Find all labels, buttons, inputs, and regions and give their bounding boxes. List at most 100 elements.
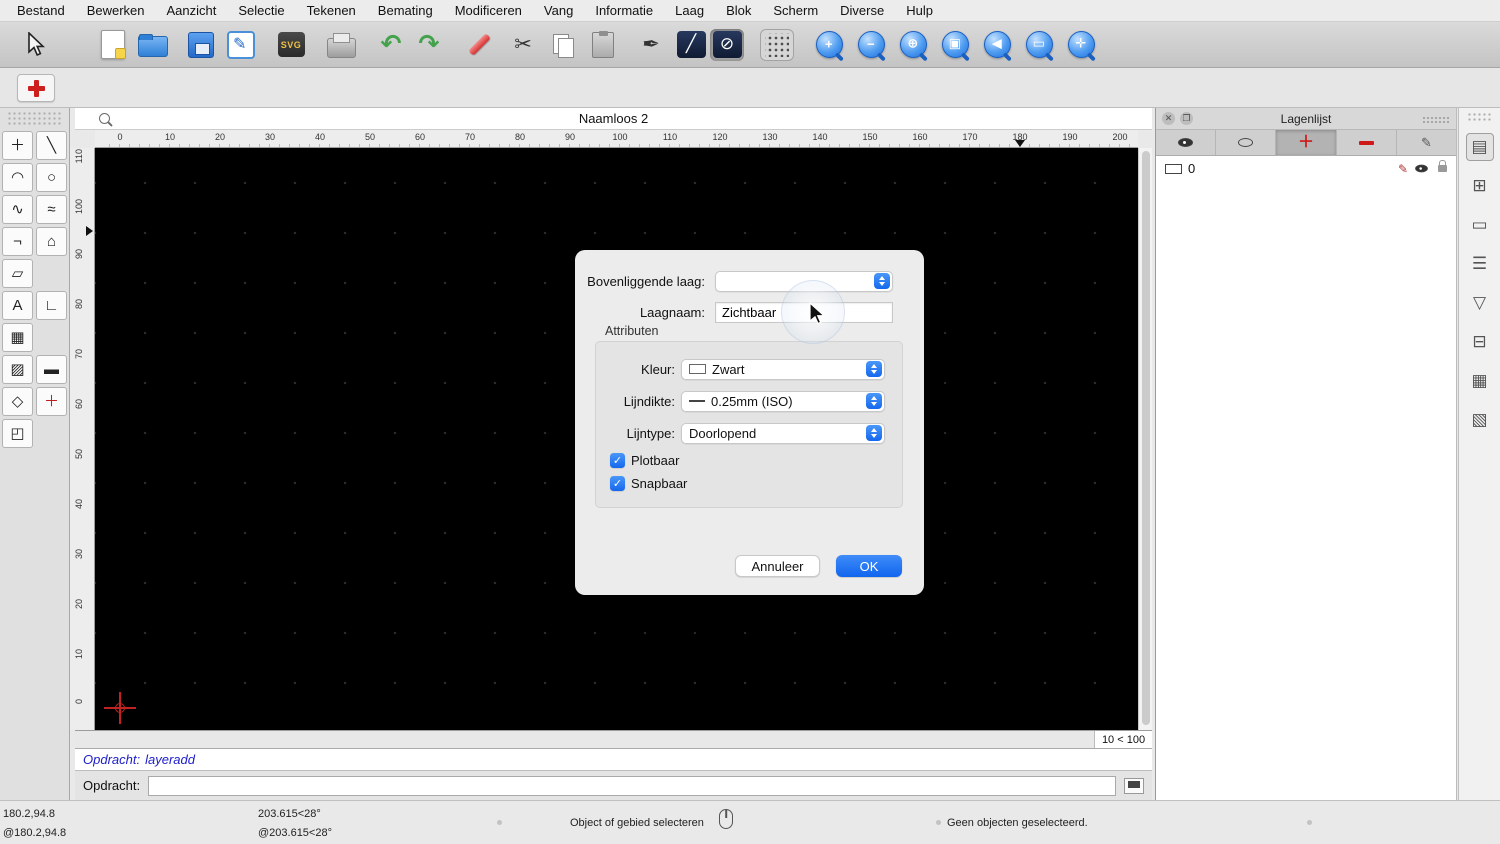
vruler-label: 90: [74, 249, 84, 260]
zoom-previous-icon[interactable]: ◀: [980, 29, 1014, 61]
isolate-layers-tab[interactable]: [1216, 130, 1277, 155]
ok-button[interactable]: OK: [836, 555, 902, 577]
show-layers-tab[interactable]: [1156, 130, 1217, 155]
menu-blok[interactable]: Blok: [715, 0, 762, 22]
snappable-checkbox[interactable]: [610, 475, 625, 491]
pan-icon[interactable]: ✛: [1064, 29, 1098, 61]
menu-bewerken[interactable]: Bewerken: [76, 0, 156, 22]
edit-layer-icon[interactable]: ✎: [1398, 162, 1408, 176]
scrollbar-thumb[interactable]: [1142, 151, 1150, 725]
cursor-tool-icon[interactable]: [18, 29, 52, 61]
pen-icon[interactable]: ✒: [634, 29, 668, 61]
line-style-icon[interactable]: ╱: [674, 29, 708, 61]
print-icon[interactable]: [324, 29, 358, 61]
filter-palette-icon[interactable]: ▽: [1466, 289, 1494, 317]
dimension-tool[interactable]: ∟: [36, 291, 67, 320]
layer-row[interactable]: 0 ✎: [1156, 156, 1456, 181]
layers-palette-icon[interactable]: ▤: [1465, 133, 1494, 161]
close-panel-icon[interactable]: ✕: [1162, 112, 1175, 125]
zoom-in-icon[interactable]: +: [812, 29, 846, 61]
lineweight-select[interactable]: 0.25mm (ISO): [681, 390, 885, 412]
menu-aanzicht[interactable]: Aanzicht: [156, 0, 228, 22]
float-panel-icon[interactable]: ❐: [1180, 112, 1193, 125]
polyline-tool[interactable]: ≈: [36, 195, 67, 224]
zoom-selection-icon[interactable]: ▭: [1022, 29, 1056, 61]
hruler-label: 80: [514, 132, 526, 142]
menu-laag[interactable]: Laag: [664, 0, 715, 22]
zoom-extents-icon[interactable]: ⊕: [896, 29, 930, 61]
line-tool[interactable]: ╲: [36, 131, 67, 160]
menu-bemating[interactable]: Bemating: [367, 0, 444, 22]
image-tool[interactable]: ▦: [2, 323, 33, 352]
paste-icon[interactable]: [586, 29, 620, 61]
crosshair-tool[interactable]: ＋: [36, 387, 67, 416]
document-title: Naamloos 2: [578, 111, 649, 126]
layer-toolbar: ＋ ✎: [1156, 130, 1456, 156]
text-tool[interactable]: A: [2, 291, 33, 320]
menu-tekenen[interactable]: Tekenen: [296, 0, 367, 22]
hruler-label: 170: [962, 132, 978, 142]
linetype-select[interactable]: Doorlopend: [681, 422, 885, 444]
arc-tool[interactable]: ◠: [2, 163, 33, 192]
panel-drag-handle[interactable]: [1422, 116, 1450, 123]
menu-selectie[interactable]: Selectie: [227, 0, 295, 22]
add-layer-button[interactable]: [17, 74, 55, 102]
layer-visibility-icon[interactable]: [1415, 164, 1428, 173]
marker-icon[interactable]: [462, 29, 496, 61]
edit-layer-tab[interactable]: ✎: [1397, 130, 1456, 155]
redo-icon[interactable]: ↷: [412, 29, 446, 61]
list-palette-icon[interactable]: ☰: [1466, 250, 1494, 278]
angle-line-tool[interactable]: ¬: [2, 227, 33, 256]
layer-lock-icon[interactable]: [1438, 160, 1447, 172]
menu-hulp[interactable]: Hulp: [895, 0, 944, 22]
measure-tool[interactable]: ▬: [36, 355, 67, 384]
menu-diverse[interactable]: Diverse: [829, 0, 895, 22]
color-select[interactable]: Zwart: [681, 358, 885, 380]
statusbar: 180.2,94.8 @180.2,94.8 203.615<28° @203.…: [0, 800, 1500, 844]
hruler-label: 0: [117, 132, 123, 142]
pages-palette-icon[interactable]: ▭: [1466, 211, 1494, 239]
palette-drag-handle[interactable]: [7, 111, 62, 125]
references-palette-icon[interactable]: ⊟: [1466, 328, 1494, 356]
magnifier-icon[interactable]: [99, 113, 110, 124]
cancel-button[interactable]: Annuleer: [735, 555, 820, 577]
zoom-out-icon[interactable]: −: [854, 29, 888, 61]
horizontal-ruler: 0 10 20 30 40 50 60 70 80 90 100 110 120 130 140 150 160…: [95, 130, 1138, 148]
zoom-window-icon[interactable]: ▣: [938, 29, 972, 61]
clipboard-palette-icon[interactable]: ▧: [1466, 406, 1494, 434]
prompt-hint: Object of gebied selecteren: [570, 817, 704, 829]
strip-drag-handle[interactable]: [1467, 112, 1492, 122]
add-layer-tab[interactable]: ＋: [1276, 130, 1337, 155]
new-document-icon[interactable]: [96, 29, 130, 61]
ellipse-tool[interactable]: ○: [36, 163, 67, 192]
plottable-checkbox[interactable]: [610, 452, 625, 468]
ellipse-mode-icon[interactable]: ⊘: [710, 28, 744, 61]
menu-scherm[interactable]: Scherm: [762, 0, 829, 22]
command-input[interactable]: [148, 775, 1116, 796]
menu-modificeren[interactable]: Modificeren: [444, 0, 533, 22]
menu-bestand[interactable]: Bestand: [6, 0, 76, 22]
open-file-icon[interactable]: [136, 29, 170, 61]
copy-icon[interactable]: [546, 29, 580, 61]
cube-tool[interactable]: ◰: [2, 419, 33, 448]
cut-icon[interactable]: ✂: [506, 29, 540, 61]
expand-command-icon[interactable]: [1124, 777, 1144, 794]
shape-tool[interactable]: ◇: [2, 387, 33, 416]
spline-tool[interactable]: ∿: [2, 195, 33, 224]
polygon-tool[interactable]: ⌂: [36, 227, 67, 256]
color-swatch-icon: [689, 364, 706, 374]
hatch-parallelogram-tool[interactable]: ▱: [2, 259, 33, 288]
undo-icon[interactable]: ↶: [374, 29, 408, 61]
move-tool[interactable]: ＋: [2, 131, 33, 160]
grid-toggle-icon[interactable]: [760, 28, 794, 61]
svg-export-icon[interactable]: SVG: [274, 29, 308, 61]
notes-palette-icon[interactable]: ▦: [1466, 367, 1494, 395]
edit-drawing-icon[interactable]: [224, 29, 258, 61]
menu-informatie[interactable]: Informatie: [584, 0, 664, 22]
menu-vang[interactable]: Vang: [533, 0, 584, 22]
delete-layer-tab[interactable]: [1337, 130, 1397, 155]
canvas-scrollbar[interactable]: [1138, 148, 1152, 730]
save-icon[interactable]: [184, 29, 218, 61]
fill-tool[interactable]: ▨: [2, 355, 33, 384]
blocks-palette-icon[interactable]: ⊞: [1466, 172, 1494, 200]
